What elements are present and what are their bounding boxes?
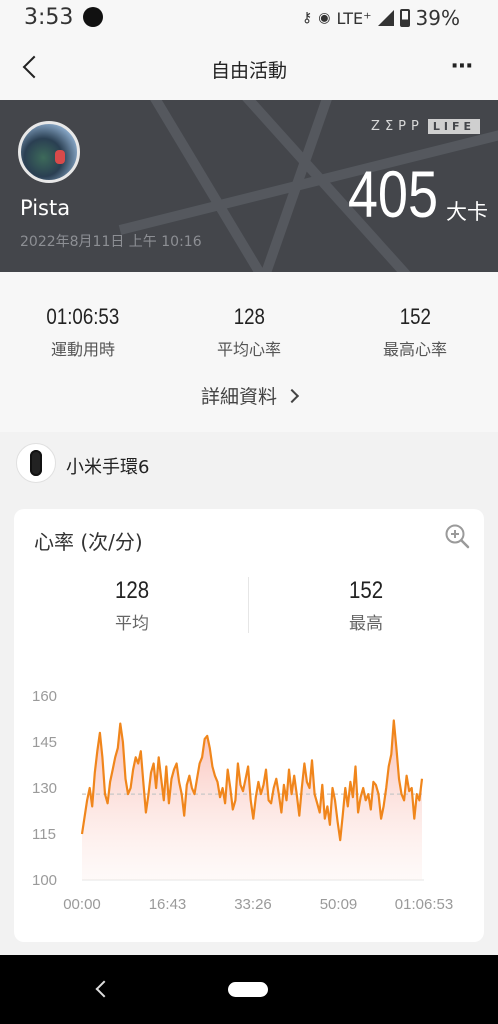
status-bar: 3:53 ⚷ ◉ LTE⁺ 39% (0, 0, 498, 38)
signal-icon (377, 10, 394, 26)
y-tick-label: 115 (32, 826, 56, 843)
stat-label: 運動用時 (50, 340, 115, 359)
heart-max-value: 152 (348, 577, 384, 604)
chevron-right-icon (284, 388, 300, 404)
heart-average-value: 128 (114, 577, 150, 604)
x-tick-label: 50:09 (320, 896, 358, 913)
heart-max: 152 最高 (266, 577, 466, 634)
zepp-life-logo: ZΣPP LIFE (371, 119, 480, 134)
divider (248, 577, 249, 633)
stat-value: 128 (233, 304, 265, 329)
stat-average-hr: 128 平均心率 (184, 304, 314, 360)
nav-back-icon[interactable] (95, 980, 113, 998)
x-tick-label: 16:43 (149, 896, 187, 913)
calories-unit: 大卡 (446, 200, 488, 224)
brand-zepp: ZΣPP (371, 119, 424, 134)
recording-dot-icon (83, 7, 103, 27)
details-link-label: 詳細資料 (200, 386, 277, 408)
page-title: 自由活動 (210, 60, 287, 82)
brand-life: LIFE (427, 119, 480, 134)
y-tick-label: 145 (32, 734, 57, 751)
zoom-in-icon[interactable] (444, 523, 470, 549)
stat-duration: 01:06:53 運動用時 (18, 304, 148, 360)
stat-value: 01:06:53 (46, 304, 120, 329)
status-time: 3:53 (24, 5, 74, 30)
user-name: Pista (20, 196, 71, 220)
stat-label: 平均心率 (216, 340, 281, 359)
key-icon: ⚷ (302, 10, 313, 26)
x-tick-label: 33:26 (234, 896, 272, 913)
heart-max-label: 最高 (349, 614, 383, 634)
stat-label: 最高心率 (382, 340, 447, 359)
x-tick-label: 01:06:53 (395, 896, 453, 913)
app-header: 自由活動 ⋯ (0, 38, 498, 100)
stat-value: 152 (399, 304, 431, 329)
more-options-icon[interactable]: ⋯ (451, 54, 474, 79)
workout-hero: Pista 2022年8月11日 上午 10:16 ZΣPP LIFE 405 … (0, 100, 498, 272)
device-name: 小米手環6 (66, 457, 150, 478)
stat-max-hr: 152 最高心率 (350, 304, 480, 360)
avatar[interactable] (18, 121, 80, 183)
calories-value: 405 (347, 157, 438, 231)
workout-date: 2022年8月11日 上午 10:16 (20, 234, 202, 250)
network-type: LTE⁺ (336, 8, 372, 28)
y-tick-label: 130 (32, 780, 57, 797)
heart-average-label: 平均 (115, 614, 149, 634)
battery-icon (399, 9, 410, 27)
y-tick-label: 100 (32, 872, 57, 889)
nav-home-pill[interactable] (228, 982, 268, 997)
heart-rate-chart[interactable]: 160 145 130 115 100 00:00 16:43 33:26 50:09 01:06… (14, 679, 484, 919)
details-link[interactable]: 詳細資料 (0, 382, 498, 409)
heart-rate-title: 心率 (次/分) (34, 530, 143, 554)
y-tick-label: 160 (32, 688, 57, 705)
x-tick-label: 00:00 (63, 896, 101, 913)
fitness-band-icon (16, 443, 56, 483)
device-row: 小米手環6 (0, 432, 498, 496)
heart-rate-card: 心率 (次/分) 128 平均 152 最高 160 145 130 115 100 00… (14, 509, 484, 942)
hotspot-icon: ◉ (318, 10, 331, 26)
heart-average: 128 平均 (32, 577, 232, 634)
system-nav-bar (0, 955, 498, 1024)
battery-percent: 39% (415, 6, 460, 30)
workout-summary: 01:06:53 運動用時 128 平均心率 152 最高心率 詳細資料 (0, 272, 498, 432)
status-icons: ⚷ ◉ LTE⁺ 39% (302, 6, 460, 30)
